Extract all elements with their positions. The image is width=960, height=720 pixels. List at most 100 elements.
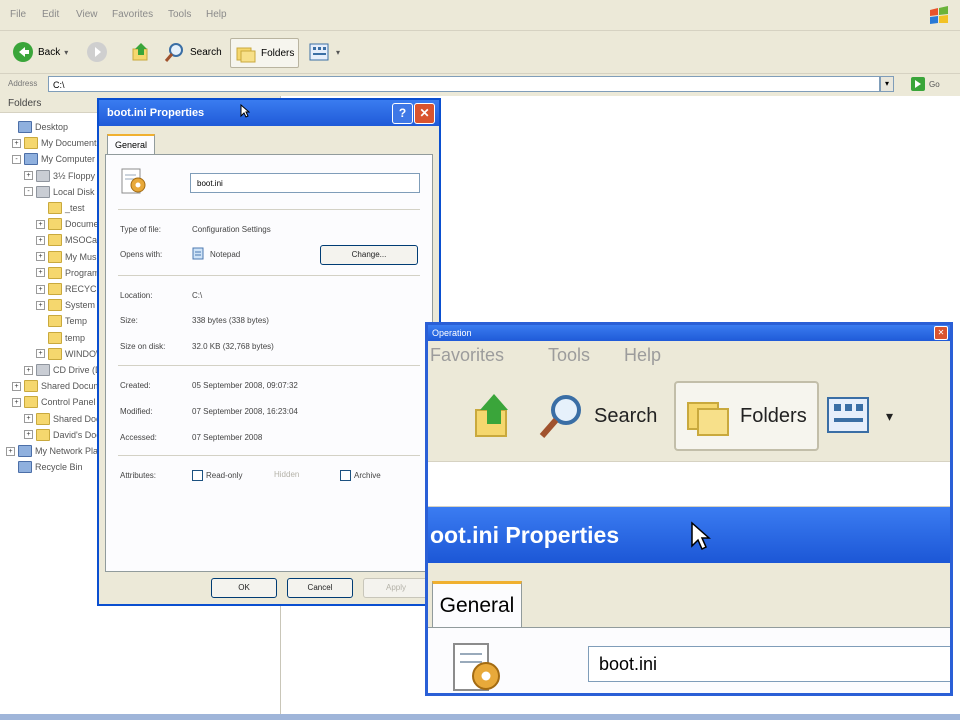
menu-favorites[interactable]: Favorites — [112, 9, 153, 20]
folder-icon — [48, 202, 62, 214]
readonly-checkbox[interactable]: Read-only — [192, 470, 242, 481]
opens-with-value: Notepad — [210, 250, 241, 259]
expand-icon[interactable]: + — [12, 397, 21, 407]
folder-icon — [48, 315, 62, 328]
separator — [118, 455, 420, 456]
search-icon — [164, 43, 183, 62]
expand-icon[interactable]: + — [36, 284, 45, 294]
folder-icon — [48, 331, 62, 344]
zoom-menu-tools[interactable]: Tools — [548, 345, 590, 366]
tree-item[interactable]: Temp — [36, 314, 87, 328]
folders-icon — [236, 47, 256, 63]
tree-item[interactable]: Recycle Bin — [6, 460, 83, 474]
expand-icon[interactable]: + — [6, 446, 15, 456]
views-icon — [827, 397, 869, 433]
menu-edit[interactable]: Edit — [42, 9, 59, 20]
search-label: Search — [190, 46, 222, 58]
modified-value: 07 September 2008, 16:23:04 — [192, 407, 298, 416]
zoom-inset: Operation ✕ Favorites Tools Help Search … — [425, 322, 953, 696]
back-button[interactable]: Back ▾ — [12, 38, 68, 66]
expand-icon[interactable]: + — [36, 235, 45, 245]
separator — [118, 209, 420, 210]
close-button[interactable]: ✕ — [414, 103, 435, 124]
expand-icon[interactable]: + — [36, 300, 45, 310]
tree-item[interactable]: _test — [36, 201, 85, 215]
expand-icon[interactable]: + — [36, 252, 45, 262]
expand-icon[interactable]: + — [24, 430, 33, 440]
drive-icon — [36, 169, 50, 182]
folder-icon — [24, 380, 38, 393]
menu-view[interactable]: View — [76, 9, 98, 20]
zoom-close-icon[interactable]: ✕ — [934, 326, 948, 340]
collapse-icon[interactable]: - — [12, 154, 21, 164]
network-icon — [18, 445, 32, 457]
archive-checkbox[interactable]: Archive — [340, 470, 381, 481]
zoom-filename-input[interactable]: boot.ini — [588, 646, 950, 682]
back-dropdown-icon[interactable]: ▾ — [64, 48, 68, 57]
folder-icon — [48, 266, 62, 279]
readonly-checkbox-box[interactable] — [192, 470, 203, 481]
tree-item[interactable]: Desktop — [6, 120, 68, 134]
archive-checkbox-box[interactable] — [340, 470, 351, 481]
zoom-folders-button[interactable]: Folders — [674, 381, 819, 451]
expand-icon[interactable]: + — [24, 365, 33, 375]
address-dropdown-icon[interactable]: ▾ — [880, 76, 894, 92]
hidden-checkbox[interactable]: Hidden — [274, 470, 299, 479]
attributes-label: Attributes: — [120, 471, 157, 480]
expand-icon[interactable]: + — [12, 381, 21, 391]
tree-item[interactable]: + Control Panel — [12, 395, 96, 409]
tree-item[interactable]: + My Music — [36, 250, 103, 264]
zoom-dialog-title: oot.ini Properties — [430, 522, 620, 548]
desktop-icon — [18, 121, 32, 133]
menu-tools[interactable]: Tools — [168, 9, 191, 20]
created-value: 05 September 2008, 09:07:32 — [192, 381, 298, 390]
go-arrow-icon — [911, 77, 925, 91]
settings-file-icon — [453, 643, 500, 691]
change-button[interactable]: Change... — [320, 245, 418, 265]
search-button[interactable]: Search — [164, 38, 222, 66]
opens-with-label: Opens with: — [120, 250, 163, 259]
tree-item[interactable]: temp — [36, 331, 85, 345]
expand-icon[interactable]: + — [36, 219, 45, 229]
tree-item-label: Temp — [65, 316, 88, 327]
collapse-icon[interactable]: - — [24, 187, 33, 197]
address-input[interactable]: C:\ — [48, 76, 880, 92]
tree-item-label: Recycle Bin — [35, 462, 83, 473]
help-button[interactable]: ? — [392, 103, 413, 124]
forward-button[interactable] — [86, 38, 108, 66]
menu-help[interactable]: Help — [206, 9, 227, 20]
filename-input[interactable]: boot.ini — [190, 173, 420, 193]
cancel-button[interactable]: Cancel — [287, 578, 353, 598]
folders-icon — [687, 402, 729, 436]
ok-button[interactable]: OK — [211, 578, 277, 598]
tab-general[interactable]: General — [107, 134, 155, 154]
up-folder-button[interactable] — [130, 38, 152, 66]
expand-icon[interactable]: + — [24, 171, 33, 181]
views-icon — [309, 43, 329, 61]
size-label: Size: — [120, 316, 138, 325]
expand-icon[interactable]: + — [36, 268, 45, 278]
zoom-views-button[interactable]: ▾ — [826, 381, 893, 451]
zoom-title: Operation — [432, 328, 472, 338]
zoom-menu-favorites[interactable]: Favorites — [430, 345, 504, 366]
tree-item[interactable]: + My Documents — [12, 136, 101, 150]
zoom-search-button[interactable]: Search — [538, 381, 657, 451]
folder-icon — [48, 347, 62, 360]
zoom-menu-help[interactable]: Help — [624, 345, 661, 366]
tree-item-label: My Computer — [41, 154, 96, 165]
views-button[interactable]: ▾ — [308, 38, 340, 66]
expand-icon[interactable]: + — [36, 349, 45, 359]
tree-item[interactable]: + CD Drive (D:) — [24, 363, 107, 377]
folder-icon — [36, 428, 50, 441]
apply-button[interactable]: Apply — [363, 578, 429, 598]
zoom-tab-general[interactable]: General — [432, 581, 522, 629]
menu-file[interactable]: File — [10, 9, 26, 20]
folders-button[interactable]: Folders — [230, 38, 300, 68]
settings-file-icon — [121, 168, 146, 194]
tree-item[interactable]: - My Computer — [12, 152, 95, 166]
expand-icon[interactable]: + — [24, 414, 33, 424]
zoom-up-folder-button[interactable] — [472, 381, 516, 451]
expand-icon[interactable]: + — [12, 138, 21, 148]
go-button[interactable]: Go — [910, 76, 940, 92]
dialog-titlebar[interactable]: boot.ini Properties ? ✕ — [99, 100, 439, 126]
